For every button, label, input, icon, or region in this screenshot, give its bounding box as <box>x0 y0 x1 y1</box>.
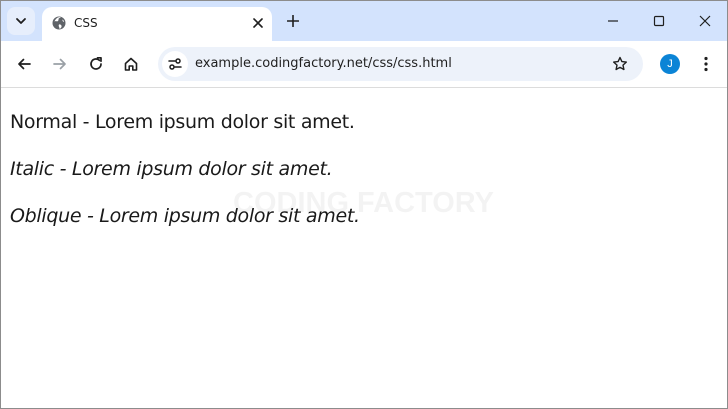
new-tab-button[interactable] <box>282 10 304 32</box>
bookmark-button[interactable] <box>610 54 630 74</box>
close-icon <box>253 18 263 28</box>
tab-search-button[interactable] <box>7 7 35 35</box>
menu-button[interactable] <box>696 52 716 76</box>
url-text[interactable]: example.codingfactory.net/css/css.html <box>195 56 452 71</box>
star-icon <box>613 56 627 71</box>
minimize-button[interactable] <box>599 7 627 35</box>
forward-button[interactable] <box>47 51 73 77</box>
site-settings-icon <box>168 58 182 70</box>
window-close-button[interactable] <box>691 7 719 35</box>
back-button[interactable] <box>11 51 37 77</box>
tab-search-icon <box>16 18 26 24</box>
back-icon <box>18 58 31 70</box>
home-button[interactable] <box>118 51 144 77</box>
home-icon <box>124 57 138 71</box>
forward-icon <box>53 58 66 70</box>
more-vert-icon <box>704 56 708 72</box>
tab-bar: CSS <box>1 1 727 41</box>
address-bar[interactable]: example.codingfactory.net/css/css.html <box>158 47 643 81</box>
page-content: CODING FACTORY Normal - Lorem ipsum dolo… <box>1 88 727 408</box>
tab-css[interactable]: CSS <box>42 7 272 41</box>
reload-icon <box>90 56 102 70</box>
toolbar: example.codingfactory.net/css/css.html J <box>1 41 727 88</box>
oblique-text: Oblique - Lorem ipsum dolor sit amet. <box>10 205 360 227</box>
profile-avatar[interactable]: J <box>660 54 680 74</box>
tab-title: CSS <box>74 16 98 30</box>
reload-button[interactable] <box>83 51 109 77</box>
italic-text: Italic - Lorem ipsum dolor sit amet. <box>10 158 333 180</box>
normal-text: Normal - Lorem ipsum dolor sit amet. <box>10 111 355 133</box>
tab-close-button[interactable] <box>249 14 267 32</box>
maximize-button[interactable] <box>645 7 673 35</box>
site-settings-button[interactable] <box>162 51 188 77</box>
globe-icon <box>52 16 66 30</box>
plus-icon <box>287 15 299 27</box>
browser-window: CSS example.codingfactory.net/css/css.ht… <box>0 0 728 409</box>
maximize-icon <box>653 15 665 27</box>
window-close-icon <box>699 15 711 27</box>
minimize-icon <box>608 20 618 22</box>
